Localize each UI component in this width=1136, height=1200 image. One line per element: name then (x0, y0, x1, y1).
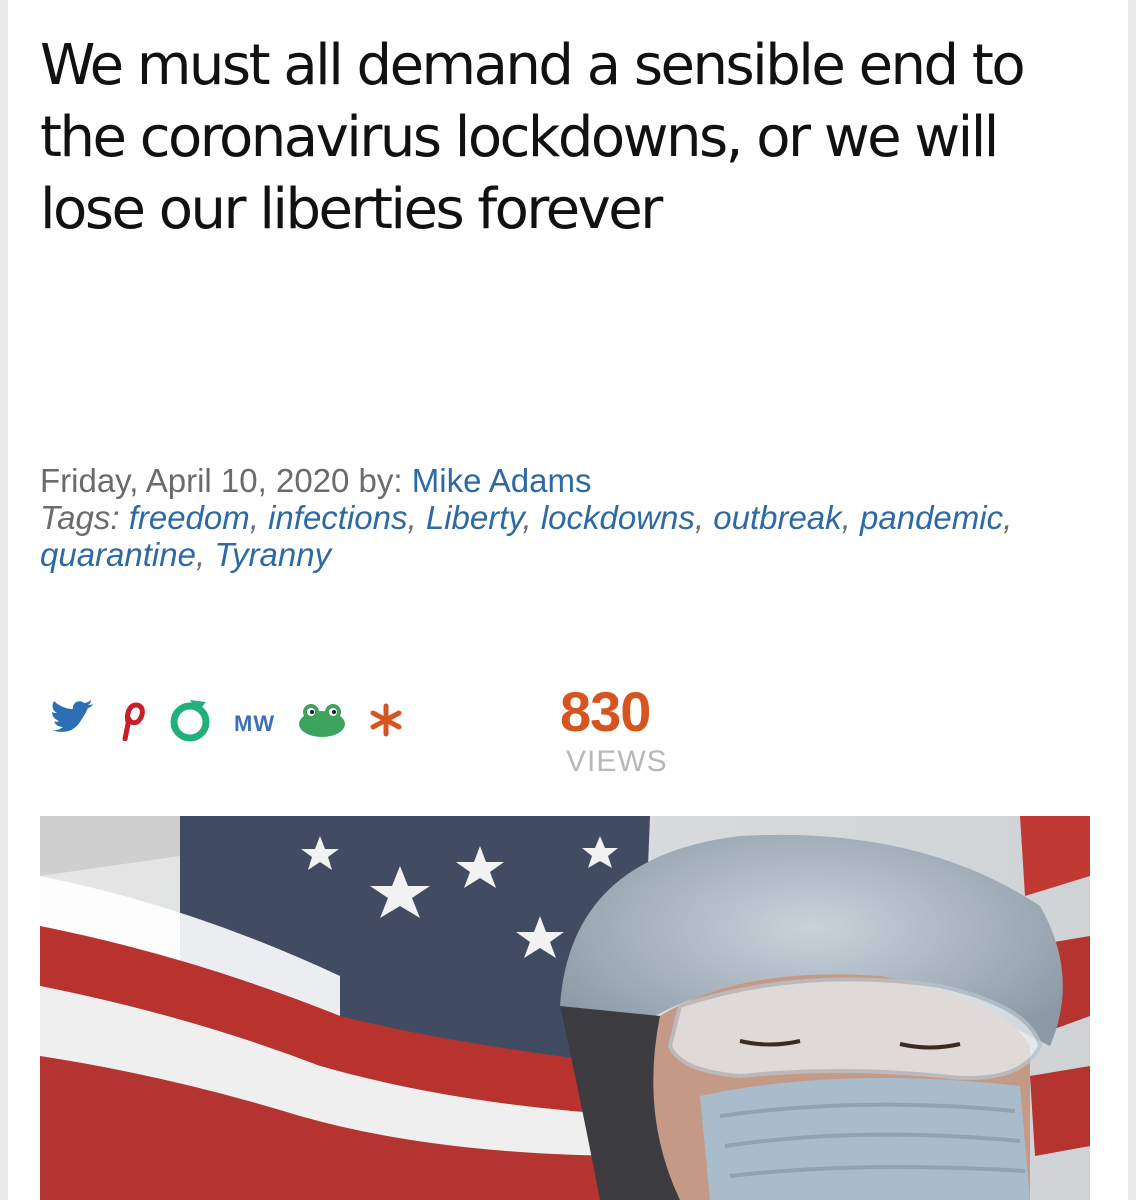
pinterest-icon[interactable] (116, 699, 146, 741)
parler-icon[interactable] (297, 702, 347, 738)
tag-link-tyranny[interactable]: Tyranny (214, 536, 331, 573)
tags-label: Tags: (40, 499, 120, 536)
tag-link-freedom[interactable]: freedom (129, 499, 250, 536)
article-photo (40, 816, 1090, 1200)
article-meta: Friday, April 10, 2020 by: Mike Adams Ta… (40, 462, 1100, 573)
tag-link-pandemic[interactable]: pandemic (860, 499, 1003, 536)
mewe-label: MW (234, 711, 276, 736)
article-headline: We must all demand a sensible end to the… (40, 33, 1026, 242)
views-label: VIEWS (566, 745, 668, 778)
star-icon[interactable] (369, 703, 403, 737)
author-link[interactable]: Mike Adams (412, 462, 592, 499)
share-bar: MW (48, 690, 425, 750)
health-worker-flag-photo (40, 816, 1090, 1200)
gab-icon[interactable] (168, 698, 212, 742)
view-count: 830 (560, 680, 651, 743)
article-date: Friday, April 10, 2020 by: (40, 462, 403, 499)
tag-link-quarantine[interactable]: quarantine (40, 536, 196, 573)
tag-link-outbreak[interactable]: outbreak (713, 499, 841, 536)
tag-link-lockdowns[interactable]: lockdowns (541, 499, 695, 536)
tag-link-infections[interactable]: infections (268, 499, 407, 536)
byline: Friday, April 10, 2020 by: Mike Adams (40, 462, 1100, 499)
mewe-icon[interactable]: MW (234, 703, 275, 737)
view-counter: 830 VIEWS (560, 680, 700, 780)
tags-row: Tags: freedom, infections, Liberty, lock… (40, 499, 1013, 573)
tag-link-liberty[interactable]: Liberty (426, 499, 523, 536)
twitter-icon[interactable] (48, 700, 94, 740)
